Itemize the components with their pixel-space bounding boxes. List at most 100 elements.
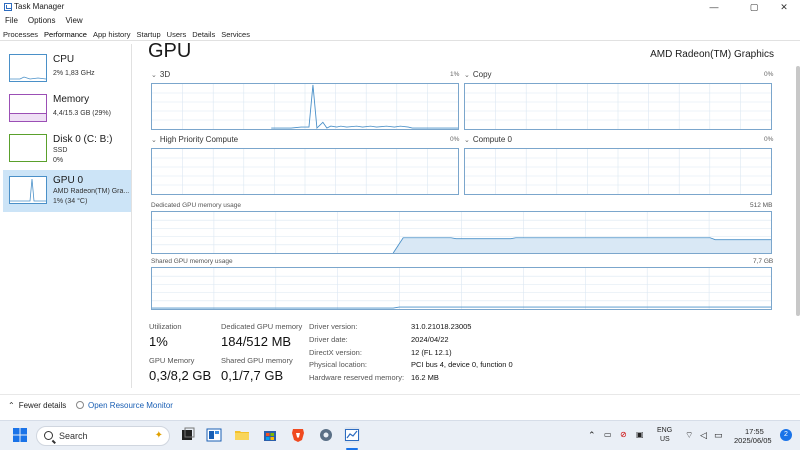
sidebar-memory-usage: 4,4/15.3 GB (29%) (53, 110, 111, 117)
graph-compute-pct: 0% (764, 136, 774, 143)
graph-3d-plot (152, 84, 458, 129)
memory-thumbnail-fill (10, 113, 46, 121)
fewer-details-button[interactable]: ⌃ Fewer details (8, 401, 66, 410)
tab-services[interactable]: Services (218, 29, 253, 40)
footer-bar: ⌃ Fewer details Open Resource Monitor (0, 394, 800, 416)
graph-compute-plot (465, 149, 771, 194)
gpu-memory-value: 0,3/8,2 GB (149, 368, 212, 383)
close-button[interactable]: ✕ (770, 0, 798, 14)
input-language[interactable]: ENG (657, 427, 672, 434)
dedicated-memory-graph-max: 512 MB (750, 202, 773, 209)
graph-dedicated-memory (151, 211, 772, 254)
graph-compute-0-label[interactable]: ⌄ Compute 0 (464, 135, 512, 144)
gpu-model-name: AMD Radeon(TM) Graphics (650, 49, 774, 60)
graph-copy-label[interactable]: ⌄ Copy (464, 70, 492, 79)
taskbar-search-box[interactable]: Search ✦ (36, 426, 170, 446)
sidebar-disk-type: SSD (53, 147, 68, 154)
graph-hpc-pct: 0% (450, 136, 460, 143)
file-explorer-icon[interactable] (234, 427, 250, 443)
maximize-button[interactable]: ▢ (740, 0, 768, 14)
wifi-icon[interactable]: ⌔ (685, 430, 693, 441)
widgets-icon[interactable] (206, 427, 222, 443)
sidebar-disk-usage: 0% (53, 157, 64, 164)
notification-count-badge[interactable]: 2 (780, 429, 792, 441)
sidebar-cpu-title: CPU (53, 54, 75, 65)
directx-version-label: DirectX version: (309, 348, 362, 357)
task-manager-icon (4, 3, 12, 11)
open-resource-monitor-link[interactable]: Open Resource Monitor (76, 401, 173, 410)
dedicated-memory-label: Dedicated GPU memory (221, 322, 303, 331)
title-bar: Task Manager — ▢ ✕ (0, 0, 800, 14)
chevron-down-icon: ⌄ (464, 137, 470, 144)
graph-compute-label-text: Compute 0 (472, 135, 513, 144)
menu-file[interactable]: File (0, 14, 23, 28)
menu-options[interactable]: Options (23, 14, 61, 28)
search-highlights-icon: ✦ (154, 430, 163, 441)
menu-bar: File Options View (0, 14, 88, 28)
sidebar-memory-title: Memory (53, 94, 90, 105)
tab-app-history[interactable]: App history (90, 29, 134, 40)
task-view-icon[interactable] (180, 427, 196, 443)
microsoft-store-icon[interactable] (262, 427, 278, 443)
vertical-scrollbar[interactable] (796, 66, 800, 316)
sidebar-gpu-usage: 1% (34 °C) (53, 198, 88, 205)
shared-memory-graph-label: Shared GPU memory usage (151, 258, 233, 265)
tab-startup[interactable]: Startup (133, 29, 163, 40)
graph-3d-label[interactable]: ⌄ 3D (151, 70, 170, 79)
graph-3d-label-text: 3D (159, 70, 171, 79)
shared-memory-graph-max: 7,7 GB (753, 258, 774, 265)
gpu-thumbnail-graph (10, 178, 46, 202)
start-button[interactable] (12, 427, 28, 443)
page-title: GPU (148, 40, 192, 62)
sidebar-item-memory[interactable]: Memory 4,4/15.3 GB (29%) (3, 90, 131, 130)
chevron-up-icon: ⌃ (8, 401, 15, 410)
performance-sidebar: CPU 2% 1,83 GHz Memory 4,4/15.3 GB (29%)… (0, 44, 132, 388)
tab-users[interactable]: Users (164, 29, 190, 40)
search-placeholder: Search (59, 431, 88, 441)
gpu-memory-label: GPU Memory (149, 356, 195, 365)
memory-thumbnail (9, 94, 47, 122)
tray-overflow-chevron-icon[interactable]: ⌃ (588, 430, 596, 441)
window-title: Task Manager (14, 2, 65, 11)
battery-icon[interactable]: ▭ (714, 430, 723, 441)
graph-high-priority-compute-label[interactable]: ⌄ High Priority Compute (151, 135, 238, 144)
menu-view[interactable]: View (60, 14, 87, 28)
sidebar-item-disk[interactable]: Disk 0 (C: B:) SSD 0% (3, 130, 131, 170)
tray-security-icon[interactable]: ⊘ (620, 430, 627, 439)
graph-high-priority-compute (151, 148, 459, 195)
task-manager-taskbar-icon[interactable] (344, 427, 360, 443)
graph-copy (464, 83, 772, 130)
minimize-button[interactable]: — (700, 0, 728, 14)
graph-copy-plot (465, 84, 771, 129)
windows-taskbar: Search ✦ ⌃ ▭ ⊘ ▣ ENG US ⌔ ◁ ▭ 17:55 2025… (0, 420, 800, 450)
shared-memory-value: 0,1/7,7 GB (221, 368, 284, 383)
settings-gear-icon[interactable] (318, 427, 334, 443)
open-resource-monitor-text: Open Resource Monitor (88, 401, 173, 410)
brave-browser-icon[interactable] (290, 427, 306, 443)
driver-date-label: Driver date: (309, 335, 348, 344)
tab-processes[interactable]: Processes (0, 29, 41, 40)
fewer-details-text: Fewer details (18, 401, 67, 410)
chevron-down-icon: ⌄ (464, 72, 470, 79)
graph-compute-0 (464, 148, 772, 195)
cpu-thumbnail-graph (10, 76, 47, 80)
sidebar-item-gpu[interactable]: GPU 0 AMD Radeon(TM) Gra... 1% (34 °C) (3, 170, 131, 212)
tray-network-adapter-icon[interactable]: ▭ (604, 430, 612, 439)
tab-details[interactable]: Details (189, 29, 218, 40)
graph-copy-label-text: Copy (472, 70, 492, 79)
tray-app-icon[interactable]: ▣ (636, 430, 644, 439)
volume-icon[interactable]: ◁ (700, 430, 707, 441)
windows-logo-icon (13, 428, 27, 442)
taskbar-clock-date[interactable]: 2025/06/05 (734, 436, 772, 445)
driver-date-value: 2024/04/22 (411, 335, 449, 344)
taskbar-clock-time[interactable]: 17:55 (745, 427, 764, 436)
physical-location-value: PCI bus 4, device 0, function 0 (411, 360, 513, 369)
chevron-down-icon: ⌄ (151, 137, 157, 144)
dedicated-memory-value: 184/512 MB (221, 334, 292, 349)
tab-performance[interactable]: Performance (41, 29, 90, 40)
input-region[interactable]: US (660, 436, 670, 443)
driver-version-value: 31.0.21018.23005 (411, 322, 472, 331)
search-icon (44, 431, 53, 440)
sidebar-item-cpu[interactable]: CPU 2% 1,83 GHz (3, 50, 131, 90)
graph-hpc-plot (152, 149, 458, 194)
